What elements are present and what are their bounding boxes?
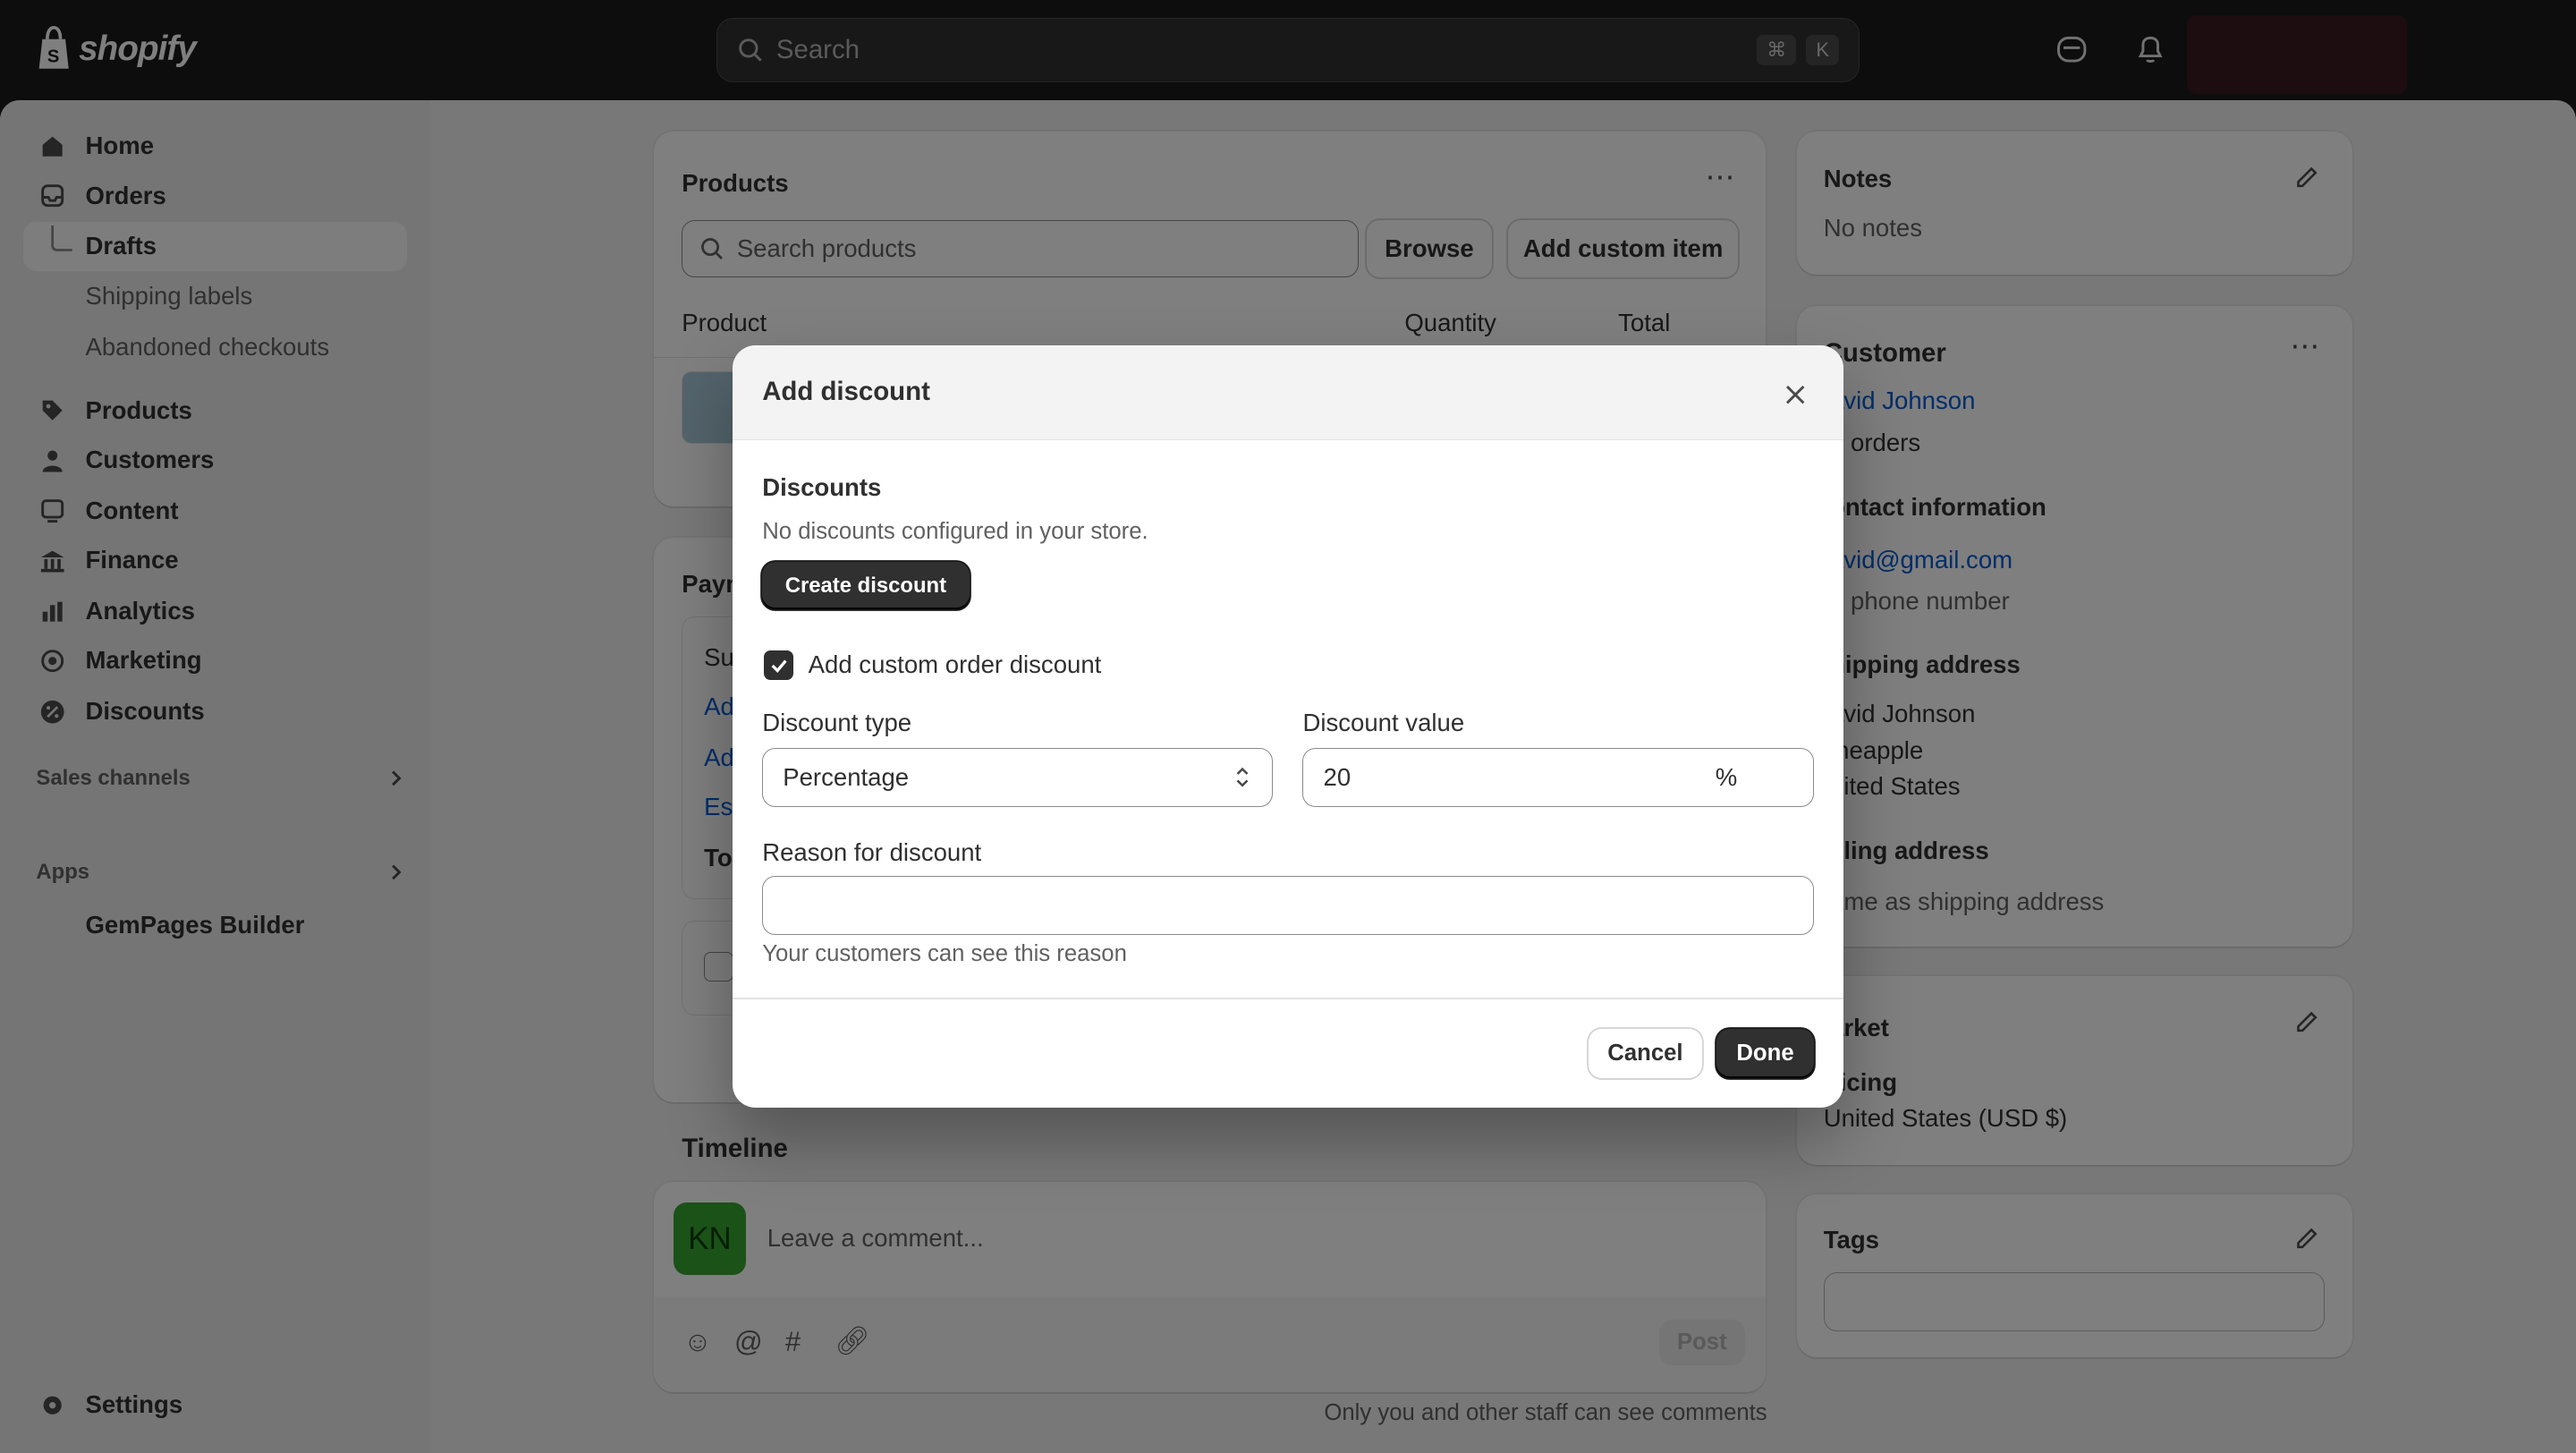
add-discount-modal: Add discount Discounts No discounts conf…: [733, 344, 1843, 1108]
cancel-button[interactable]: Cancel: [1589, 1028, 1702, 1078]
discount-value-input[interactable]: 20 %: [1302, 747, 1814, 807]
percent-suffix: %: [1715, 762, 1738, 791]
discount-type-value: Percentage: [783, 762, 910, 791]
modal-title: Add discount: [762, 376, 930, 406]
app-root: S shopify Search ⌘ K Home Orders: [0, 0, 2576, 1453]
close-icon[interactable]: [1777, 377, 1813, 412]
done-button[interactable]: Done: [1716, 1028, 1814, 1078]
discounts-heading: Discounts: [762, 472, 882, 501]
reason-input[interactable]: [762, 875, 1814, 936]
custom-discount-label[interactable]: Add custom order discount: [809, 650, 1102, 679]
no-discounts-text: No discounts configured in your store.: [762, 519, 1148, 545]
select-arrows-icon: [1236, 767, 1249, 787]
reason-label: Reason for discount: [762, 837, 982, 866]
discount-type-select[interactable]: Percentage: [762, 747, 1274, 807]
discount-value-label: Discount value: [1302, 708, 1465, 736]
discount-type-label: Discount type: [762, 708, 912, 736]
create-discount-button[interactable]: Create discount: [762, 562, 970, 610]
modal-header: Add discount: [733, 344, 1843, 441]
checkmark-icon: [771, 659, 787, 673]
reason-help-text: Your customers can see this reason: [762, 941, 1127, 967]
discount-value: 20: [1323, 762, 1352, 791]
custom-discount-checkbox[interactable]: [764, 650, 794, 681]
modal-footer-divider: [733, 997, 1843, 999]
